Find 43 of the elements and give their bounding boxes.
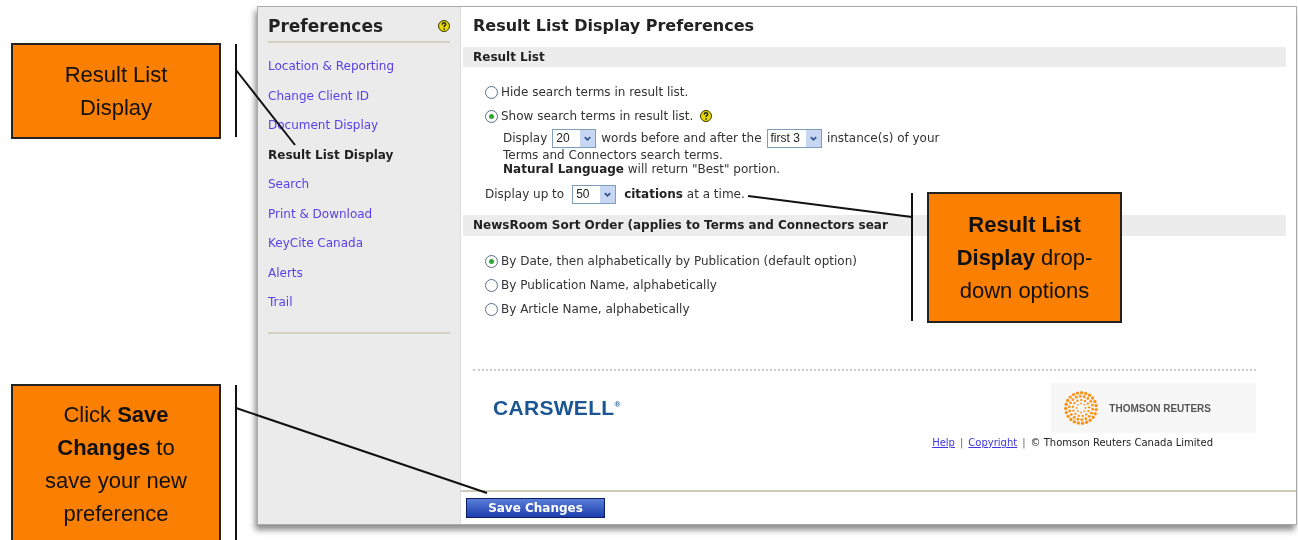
radio-button[interactable]: [485, 302, 498, 316]
label-text: citations at a time.: [624, 187, 745, 201]
sidebar-link[interactable]: Alerts: [268, 258, 303, 288]
sidebar-link[interactable]: Change Client ID: [268, 81, 370, 111]
carswell-logo: CARSWELL$^{®}$: [493, 396, 621, 420]
callout-text: Result List Display: [63, 61, 169, 122]
note-text: Terms and Connectors search terms.: [503, 148, 724, 162]
option-label: Hide search terms in result list.: [501, 85, 689, 99]
option-label: By Article Name, alphabetically: [501, 302, 690, 316]
sidebar-link[interactable]: Search: [268, 170, 310, 200]
sidebar-link[interactable]: Trail: [268, 288, 293, 318]
section-heading: Result List: [463, 47, 1286, 67]
save-changes-button[interactable]: Save Changes: [466, 498, 605, 518]
dropdown-field[interactable]: 20: [552, 128, 597, 148]
help-icon[interactable]: [700, 110, 713, 122]
dropdown-field[interactable]: 50: [572, 184, 617, 204]
label-text: instance(s) of your: [826, 131, 940, 145]
page-title: Result List Display Preferences: [472, 15, 755, 37]
help-icon[interactable]: [438, 19, 450, 32]
radio-button[interactable]: [485, 278, 498, 292]
separator: |: [1022, 437, 1026, 448]
footer-link[interactable]: Copyright: [968, 437, 1018, 448]
separator: |: [959, 437, 964, 448]
sidebar-link[interactable]: Result List Display: [268, 140, 394, 170]
callout-text: Click Save Changes to save your new preference: [44, 401, 188, 528]
radio-button[interactable]: [485, 254, 498, 268]
dropdown-field[interactable]: first 3: [766, 128, 822, 148]
option-label: By Publication Name, alphabetically: [501, 278, 717, 292]
sidebar-link[interactable]: KeyCite Canada: [268, 229, 364, 259]
label-text: Display up to: [485, 187, 565, 201]
radio-button[interactable]: [485, 109, 498, 123]
option-label: Show search terms in result list.: [501, 109, 694, 123]
sidebar-link[interactable]: Location & Reporting: [268, 52, 395, 82]
label-text: words before and after the: [601, 131, 762, 145]
sidebar-title: Preferences: [268, 16, 384, 36]
option-label: By Date, then alphabetically by Publication (default option): [501, 254, 857, 268]
radio-button[interactable]: [485, 85, 498, 99]
footer-link[interactable]: Help: [932, 437, 955, 448]
sidebar-link[interactable]: Print & Download: [268, 199, 373, 229]
thomson-reuters-logo: THOMSON REUTERS: [1051, 383, 1256, 433]
copyright-text: © Thomson Reuters Canada Limited: [1030, 437, 1213, 448]
label-text: Display: [503, 131, 548, 145]
note-text: Natural Language will return "Best" portion.: [503, 162, 782, 176]
